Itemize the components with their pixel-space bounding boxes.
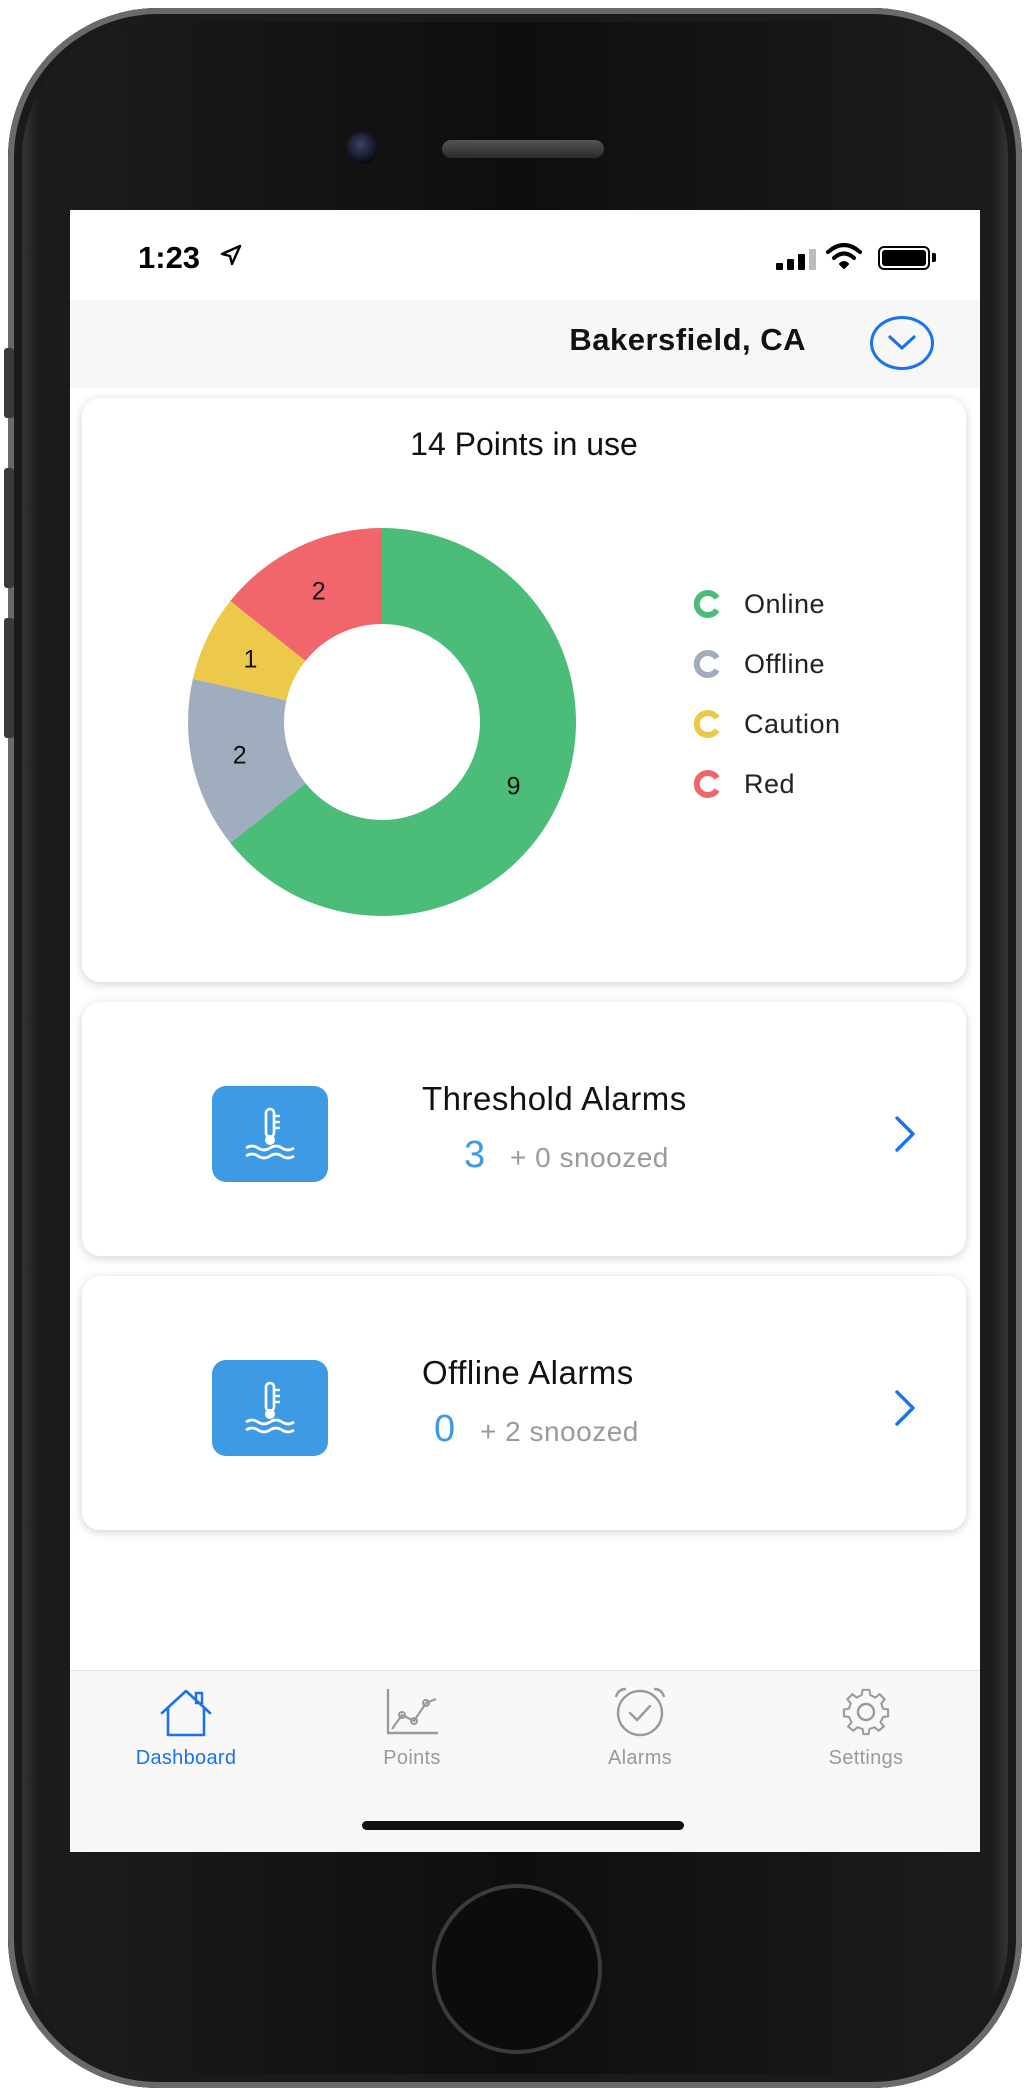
side-button [4, 348, 14, 418]
donut-label-offline: 2 [233, 741, 247, 769]
chart-legend: Online Offline Caution Red [692, 574, 841, 814]
battery-icon [878, 246, 930, 270]
legend-item-online[interactable]: Online [692, 574, 841, 634]
volume-up-button [4, 468, 14, 588]
thermometer-water-icon [212, 1086, 328, 1182]
chevron-down-icon [888, 335, 916, 350]
wifi-icon [826, 243, 862, 269]
legend-label: Online [744, 588, 826, 619]
donut-label-online: 9 [507, 772, 521, 800]
earpiece-speaker [442, 140, 604, 158]
tab-settings-label: Settings [828, 1747, 904, 1769]
donut-label-red: 2 [312, 577, 326, 605]
tab-points-label: Points [383, 1747, 441, 1769]
tab-settings[interactable]: Settings [766, 1685, 966, 1770]
offline-alarms-count: 0 [434, 1408, 456, 1450]
house-icon [160, 1689, 212, 1737]
chart-title: 14 Points in use [410, 426, 638, 462]
threshold-alarms-snoozed: + 0 snoozed [510, 1142, 669, 1173]
legend-item-caution[interactable]: Caution [692, 694, 841, 754]
home-indicator [362, 1821, 684, 1830]
thermometer-water-icon [212, 1360, 328, 1456]
offline-alarms-card[interactable]: Offline Alarms 0 + 2 snoozed [82, 1276, 966, 1530]
tab-alarms-label: Alarms [607, 1747, 673, 1769]
threshold-alarms-title: Threshold Alarms [422, 1080, 687, 1117]
legend-ring-icon [693, 710, 720, 738]
status-bar: 1:23 [70, 210, 980, 300]
battery-tip [932, 253, 936, 262]
tab-dashboard-label: Dashboard [135, 1747, 237, 1769]
line-chart-icon [386, 1689, 438, 1735]
tab-bar: Dashboard Points Alarms Settings [70, 1670, 980, 1852]
chevron-right-icon[interactable] [892, 1388, 918, 1428]
location-dropdown-button[interactable] [870, 316, 934, 370]
tab-dashboard[interactable]: Dashboard [86, 1685, 286, 1770]
threshold-alarms-card[interactable]: Threshold Alarms 3 + 0 snoozed [82, 1002, 966, 1256]
points-chart-card: 14 Points in use 9 2 1 2 Online Offline Cau… [82, 398, 966, 982]
alarm-clock-icon [614, 1687, 666, 1737]
volume-down-button [4, 618, 14, 738]
offline-alarms-title: Offline Alarms [422, 1354, 634, 1391]
offline-alarms-snoozed: + 2 snoozed [480, 1416, 639, 1447]
location-arrow-icon [220, 244, 242, 266]
location-title: Bakersfield, CA [569, 322, 806, 357]
header: Bakersfield, CA [70, 300, 980, 389]
screen: 1:23 Bakersfield, CA 14 Points in use 9 … [70, 210, 980, 1852]
front-camera [346, 132, 378, 164]
chevron-right-icon[interactable] [892, 1114, 918, 1154]
phone-frame: 1:23 Bakersfield, CA 14 Points in use 9 … [4, 8, 1022, 2088]
legend-item-offline[interactable]: Offline [692, 634, 841, 694]
legend-label: Offline [744, 648, 826, 679]
legend-label: Caution [744, 708, 841, 739]
points-donut-chart: 9 2 1 2 [188, 528, 577, 916]
tab-points[interactable]: Points [312, 1685, 512, 1770]
gear-icon [842, 1688, 890, 1736]
legend-item-red[interactable]: Red [692, 754, 841, 814]
legend-ring-icon [693, 590, 720, 618]
home-button[interactable] [432, 1884, 602, 2054]
dashboard-content: 14 Points in use 9 2 1 2 Online Offline Cau… [70, 388, 980, 1670]
status-time: 1:23 [138, 240, 201, 275]
legend-ring-icon [693, 650, 720, 678]
legend-ring-icon [693, 770, 720, 798]
tab-alarms[interactable]: Alarms [540, 1685, 740, 1770]
legend-label: Red [744, 768, 796, 799]
cellular-signal-icon [776, 248, 816, 270]
threshold-alarms-count: 3 [464, 1134, 486, 1176]
donut-label-caution: 1 [244, 646, 258, 674]
